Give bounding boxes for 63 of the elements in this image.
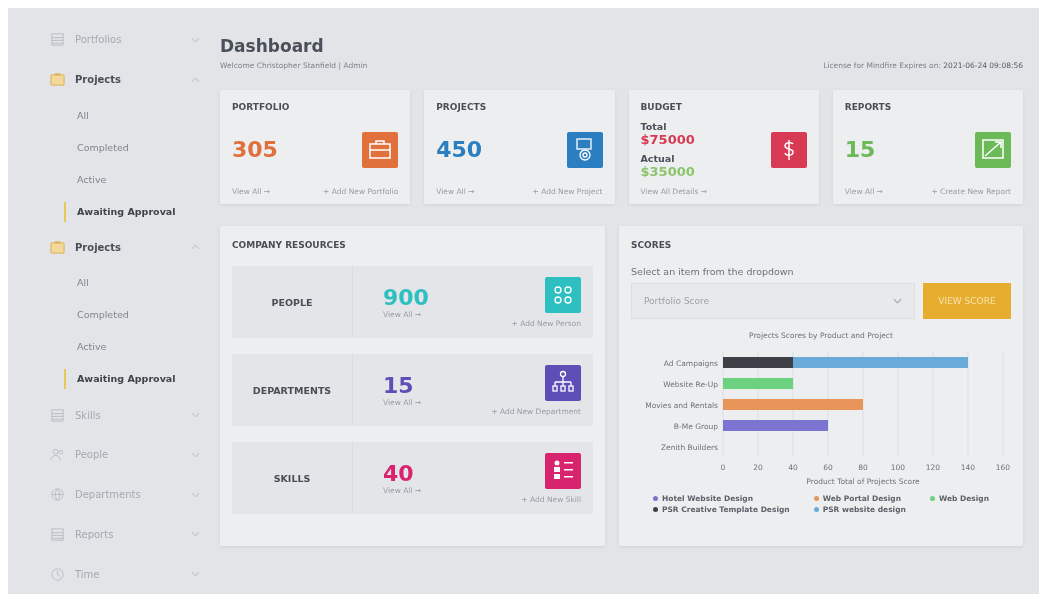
nav-group[interactable]: Projects — [50, 227, 200, 268]
actual-value: $35000 — [640, 163, 695, 179]
list-icon — [50, 32, 65, 48]
list-icon — [50, 407, 65, 423]
chart-icon — [975, 131, 1011, 168]
chevron-icon — [191, 531, 200, 538]
org-chart-icon — [545, 364, 581, 401]
nav-item[interactable]: All — [64, 267, 200, 300]
nav-item[interactable]: Completed — [64, 299, 200, 332]
chevron-icon — [191, 244, 200, 251]
nav-group[interactable]: Projects — [50, 59, 200, 100]
card-title: REPORTS — [844, 102, 893, 112]
chevron-icon — [191, 571, 200, 578]
chevron-icon — [893, 298, 902, 304]
dollar-icon — [770, 131, 807, 168]
nav-item[interactable]: Active — [64, 163, 200, 196]
total-value: $75000 — [640, 131, 695, 147]
folder-icon — [50, 72, 65, 88]
clock-icon — [50, 566, 65, 582]
chevron-icon — [191, 36, 200, 43]
nav-item[interactable]: Awaiting Approval — [64, 201, 200, 222]
nav-group[interactable]: Portfolios — [50, 20, 200, 60]
card-title: SCORES — [631, 240, 673, 250]
prompt-text: Select an item from the dropdown — [631, 266, 795, 277]
nav-group[interactable]: Skills — [50, 395, 200, 435]
resource-count: 900 — [383, 285, 430, 310]
bar — [723, 378, 793, 389]
briefcase-icon — [362, 131, 399, 168]
stat-value: 450 — [436, 137, 483, 162]
stat-value: 305 — [232, 137, 278, 162]
nav-item[interactable]: Completed — [64, 131, 200, 164]
actual-label: Actual — [640, 152, 676, 164]
nav-item[interactable]: All — [64, 99, 200, 132]
nav-item[interactable]: Active — [64, 331, 200, 364]
chevron-icon — [191, 491, 200, 498]
globe-icon — [50, 487, 65, 503]
chevron-icon — [191, 76, 200, 83]
folder-icon — [50, 239, 65, 255]
resource-count: 40 — [383, 461, 415, 486]
people-icon — [50, 447, 65, 463]
resource-label: SKILLS — [232, 442, 353, 514]
checklist-icon — [545, 452, 581, 489]
list-icon — [50, 526, 65, 542]
card-title: PROJECTS — [436, 102, 488, 112]
nav-group[interactable]: Reports — [50, 514, 200, 555]
resource-label: DEPARTMENTS — [232, 354, 353, 426]
chevron-icon — [191, 412, 200, 419]
card-title: COMPANY RESOURCES — [232, 240, 347, 250]
card-title: PORTFOLIO — [232, 102, 291, 112]
nav-group[interactable]: Departments — [50, 474, 200, 515]
view-score-button[interactable]: VIEW SCORE — [923, 283, 1011, 319]
people-icon — [545, 276, 581, 313]
resource-count: 15 — [383, 373, 415, 398]
card-title: BUDGET — [640, 102, 683, 112]
nav-group[interactable]: Time — [50, 554, 200, 594]
stat-value: 15 — [844, 137, 876, 162]
nav-item[interactable]: Awaiting Approval — [64, 369, 200, 390]
page-title: Dashboard — [220, 36, 325, 56]
total-label: Total — [640, 120, 668, 132]
resource-label: PEOPLE — [232, 266, 353, 338]
chevron-icon — [191, 451, 200, 458]
nav-group[interactable]: People — [50, 435, 200, 475]
score-dropdown[interactable]: Portfolio Score — [631, 283, 915, 319]
